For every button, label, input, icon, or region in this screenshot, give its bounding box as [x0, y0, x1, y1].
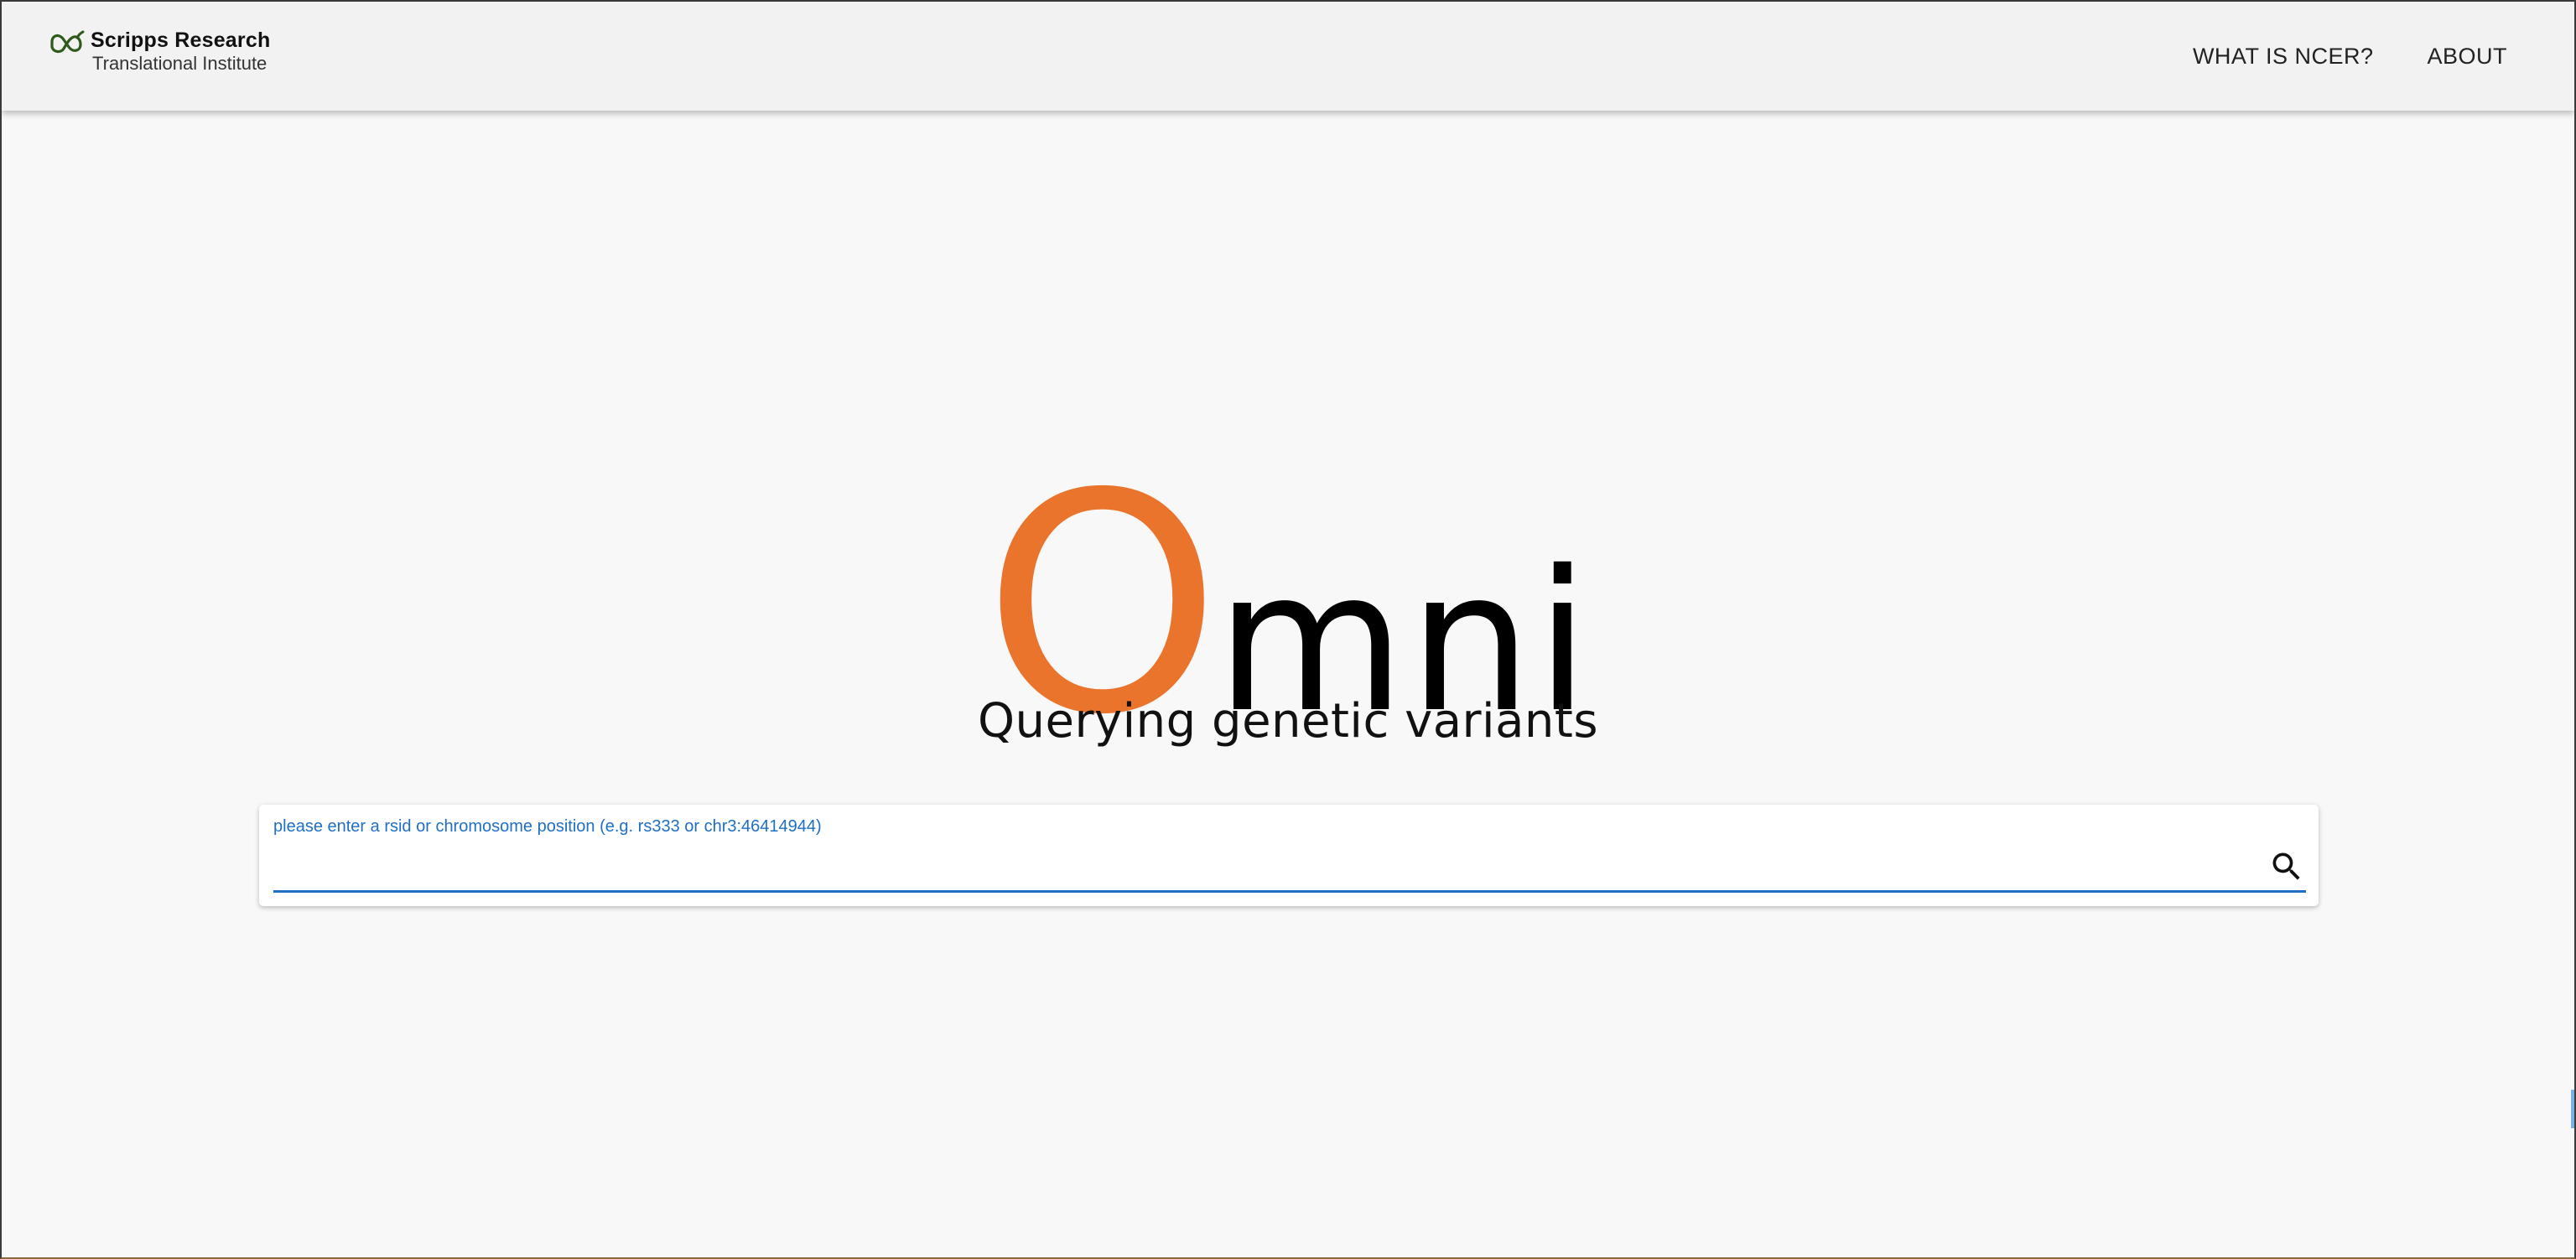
top-nav: WHAT IS NCER? ABOUT — [2193, 2, 2507, 111]
nav-what-is-ncer[interactable]: WHAT IS NCER? — [2193, 44, 2374, 70]
search-input[interactable] — [273, 842, 2286, 885]
search-underline — [273, 890, 2306, 893]
brand-name: Scripps Research — [91, 28, 271, 52]
top-app-bar: Scripps Research Translational Institute… — [2, 2, 2574, 111]
scripps-logo[interactable]: Scripps Research Translational Institute — [49, 27, 270, 80]
infinity-leaf-icon — [50, 30, 85, 54]
tagline: Querying genetic variants — [977, 694, 1599, 749]
search-card: please enter a rsid or chromosome positi… — [259, 805, 2319, 906]
brand-text: Scripps Research Translational Institute — [91, 27, 270, 74]
nav-about[interactable]: ABOUT — [2427, 44, 2507, 70]
app-window: Scripps Research Translational Institute… — [0, 0, 2576, 1259]
scrollbar-accent — [2571, 1090, 2574, 1128]
search-label: please enter a rsid or chromosome positi… — [273, 817, 822, 836]
brand-subtitle: Translational Institute — [92, 53, 267, 74]
search-icon[interactable] — [2268, 848, 2305, 885]
